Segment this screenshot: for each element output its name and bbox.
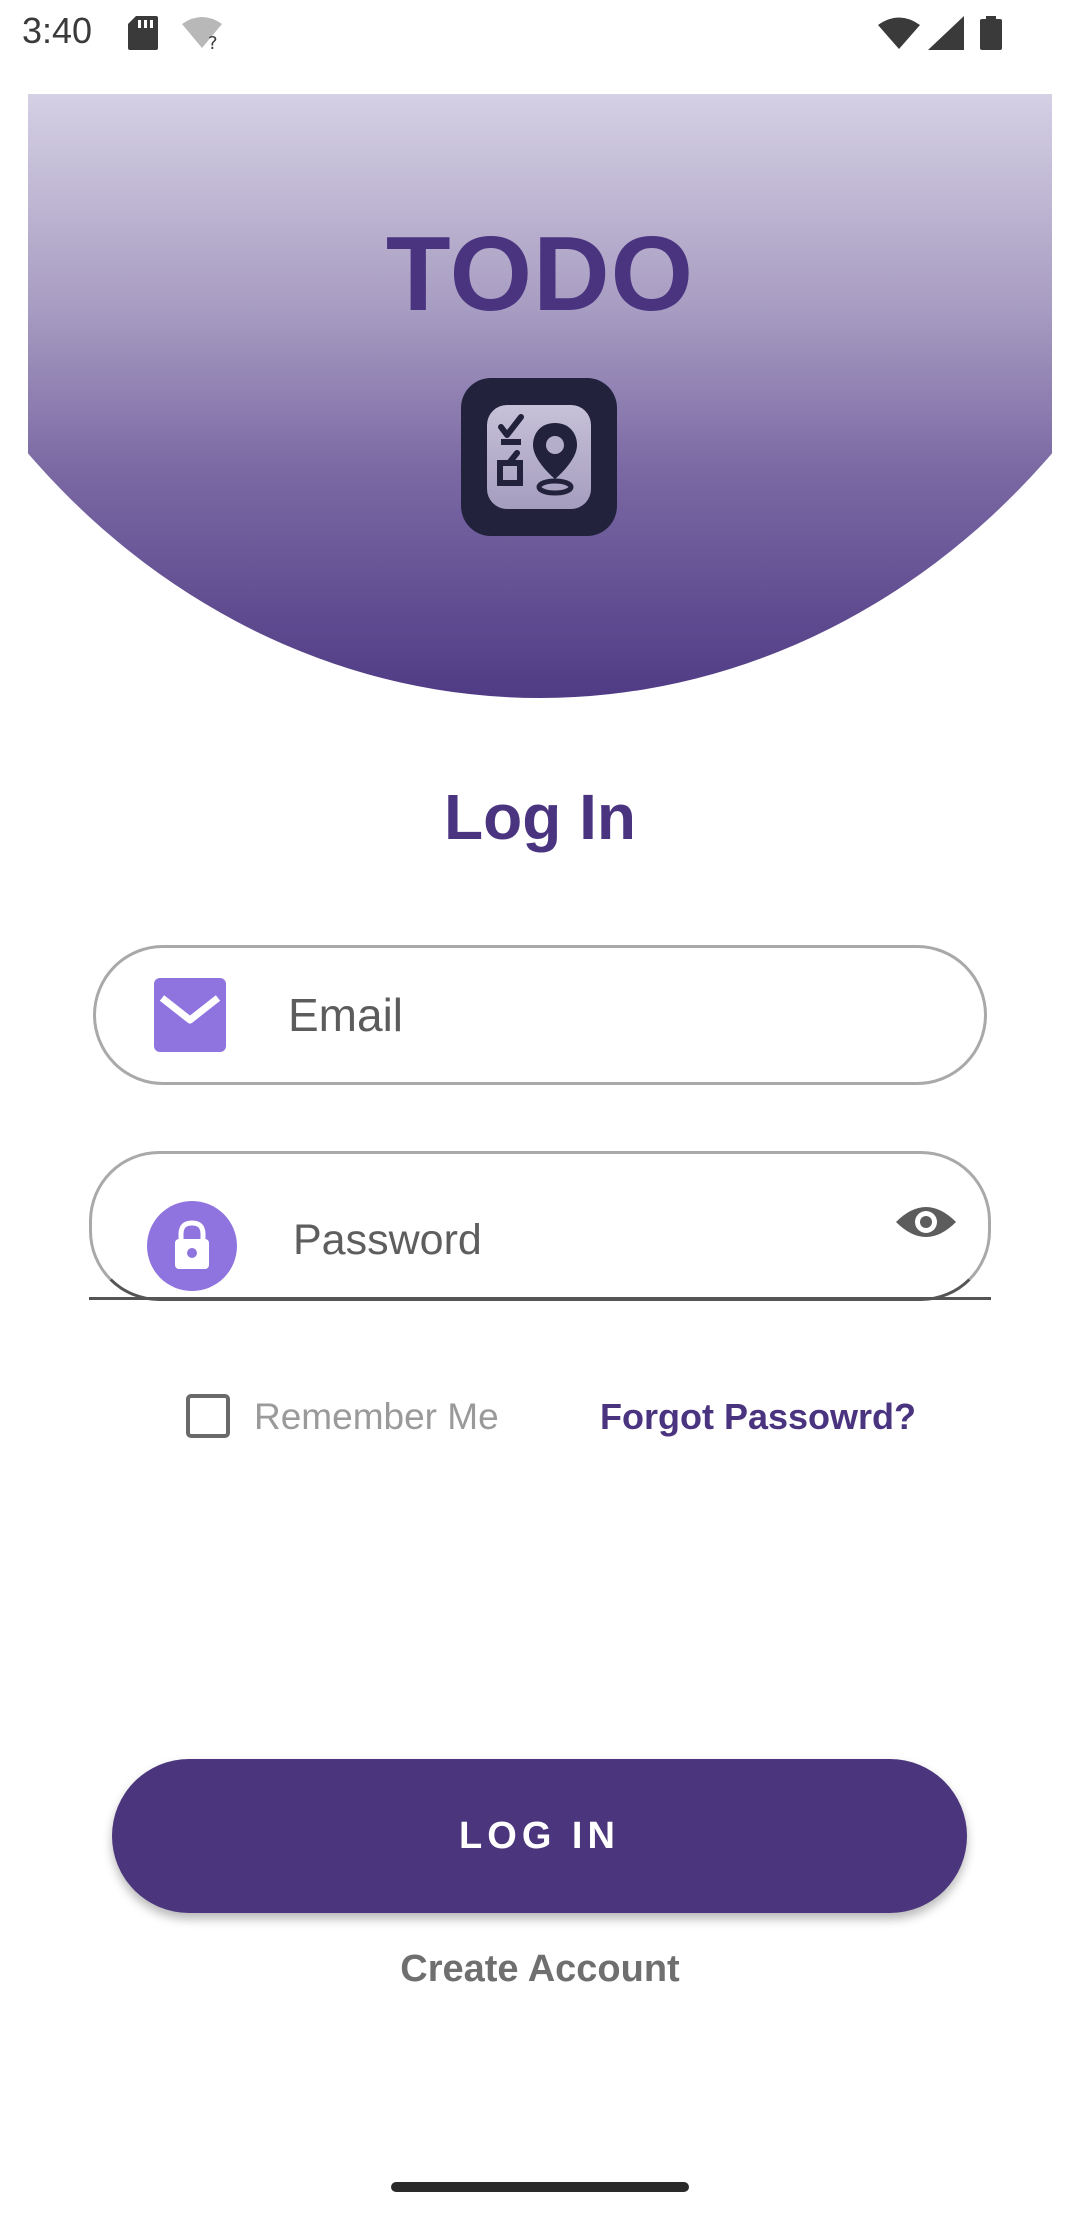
- forgot-password-link[interactable]: Forgot Passowrd?: [600, 1396, 916, 1438]
- login-button[interactable]: LOG IN: [112, 1759, 967, 1913]
- password-placeholder: Password: [293, 1216, 482, 1264]
- checklist-location-icon: [497, 414, 577, 496]
- wifi-question-icon: ?: [182, 16, 226, 55]
- email-field[interactable]: Email: [93, 945, 987, 1085]
- header-banner: TODO: [28, 94, 1052, 699]
- status-bar: 3:40 ?: [0, 0, 1080, 66]
- wifi-icon: [878, 16, 920, 55]
- login-title: Log In: [444, 781, 636, 853]
- mail-icon: [154, 978, 226, 1052]
- remember-me-checkbox[interactable]: [186, 1394, 230, 1438]
- signal-icon: [928, 16, 964, 55]
- eye-icon[interactable]: [894, 1202, 958, 1242]
- email-placeholder: Email: [288, 989, 404, 1041]
- app-logo-icon: [461, 378, 617, 536]
- password-underline: [89, 1297, 991, 1300]
- create-account-link[interactable]: Create Account: [0, 1948, 1080, 1991]
- password-field[interactable]: Password: [89, 1151, 991, 1301]
- header-gradient: TODO: [28, 94, 1052, 698]
- app-title: TODO: [385, 215, 695, 333]
- svg-text:?: ?: [208, 33, 218, 50]
- lock-icon: [147, 1201, 237, 1291]
- sd-card-icon: [128, 16, 158, 55]
- battery-icon: [980, 16, 1002, 55]
- remember-me-label[interactable]: Remember Me: [254, 1396, 499, 1438]
- logo-inner: [487, 405, 591, 509]
- home-indicator[interactable]: [391, 2182, 689, 2192]
- status-time: 3:40: [22, 10, 93, 51]
- header-curve: TODO: [28, 94, 1052, 698]
